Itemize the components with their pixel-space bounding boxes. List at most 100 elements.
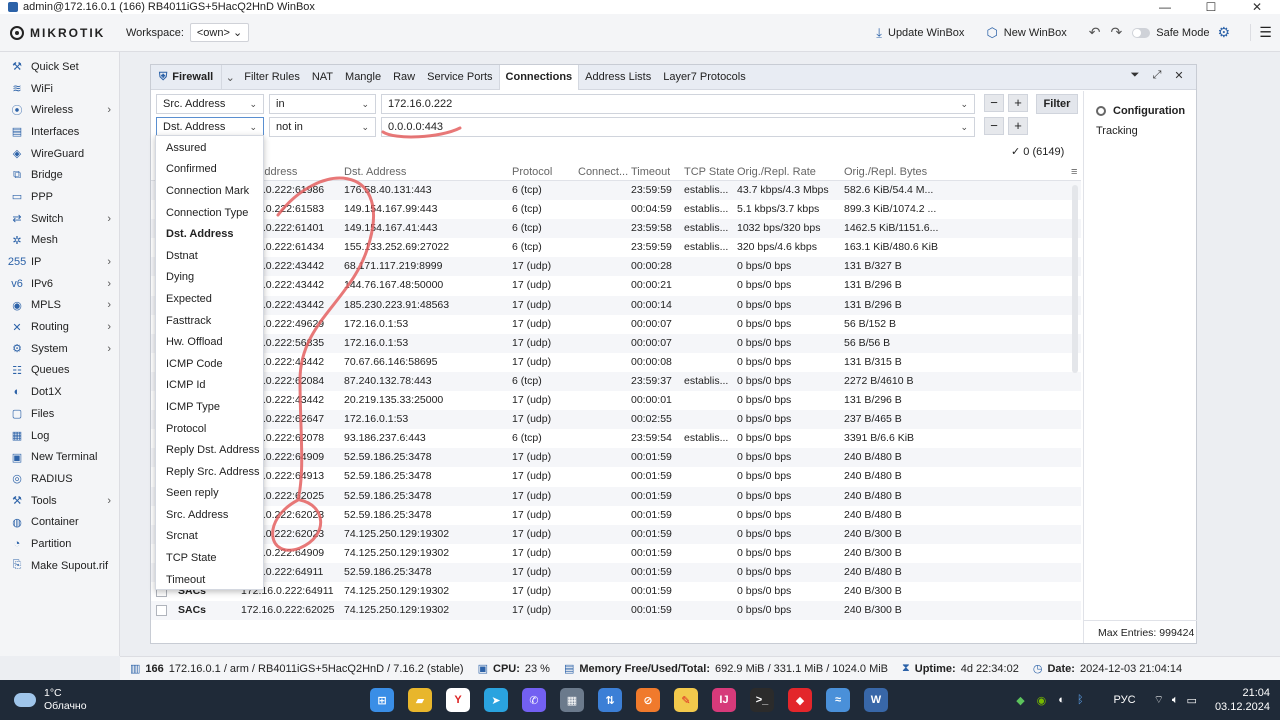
telegram-icon[interactable]: ➤ <box>484 688 508 712</box>
sidebar-item-ip[interactable]: 255 IP › <box>0 251 119 273</box>
dropdown-option[interactable]: Expected <box>156 288 263 310</box>
workspace-select[interactable]: <own> ⌄ <box>189 23 250 42</box>
table-row[interactable]: 6.0.222:56835 172.16.0.1:53 17 (udp) 00:00:… <box>151 333 1081 353</box>
table-row[interactable]: 6.0.222:62025 52.59.186.25:3478 17 (udp) 00… <box>151 486 1081 506</box>
filter-funnel-icon[interactable]: ⏷ <box>1124 69 1146 82</box>
dropdown-option[interactable]: Dstnat <box>156 245 263 267</box>
table-row[interactable]: 6.0.222:62023 74.125.250.129:19302 17 (udp… <box>151 524 1081 544</box>
yandex-browser-icon[interactable]: Y <box>446 688 470 712</box>
tab-layer7-protocols[interactable]: Layer7 Protocols <box>657 65 752 90</box>
tab-address-lists[interactable]: Address Lists <box>579 65 657 90</box>
dropdown-option[interactable]: Confirmed <box>156 159 263 181</box>
column-header[interactable]: Orig./Repl. Bytes <box>844 166 927 178</box>
clock[interactable]: 21:04 03.12.2024 <box>1215 686 1270 714</box>
dropdown-option[interactable]: TCP State <box>156 547 263 569</box>
dropdown-option[interactable]: Timeout <box>156 569 263 591</box>
filter2-field-select[interactable]: Dst. Address ⌄ <box>156 117 264 137</box>
column-header[interactable]: Orig./Repl. Rate <box>737 166 816 178</box>
column-header[interactable]: Dst. Address <box>344 166 406 178</box>
dropdown-option[interactable]: Src. Address <box>156 504 263 526</box>
shark-icon[interactable]: ≈ <box>826 688 850 712</box>
tab-raw[interactable]: Raw <box>387 65 421 90</box>
dropdown-option[interactable]: Protocol <box>156 418 263 440</box>
column-menu-icon[interactable]: ≡ <box>1071 166 1077 178</box>
filter1-op-select[interactable]: in ⌄ <box>269 94 376 114</box>
sidebar-item-queues[interactable]: ☷ Queues <box>0 360 119 382</box>
sidebar-item-ipv6[interactable]: v6 IPv6 › <box>0 273 119 295</box>
filter2-value-input[interactable]: 0.0.0.0:443 ⌄ <box>381 117 975 137</box>
sidebar-item-mesh[interactable]: ✲ Mesh <box>0 230 119 252</box>
tracking-link[interactable]: Tracking <box>1096 125 1196 137</box>
update-winbox-button[interactable]: ⤓ Update WinBox <box>876 25 964 41</box>
table-row[interactable]: 6.0.222:61434 155.133.252.69:27022 6 (tcp)… <box>151 238 1081 257</box>
anydesk-icon[interactable]: ◆ <box>788 688 812 712</box>
column-header[interactable]: Protocol <box>512 166 552 178</box>
table-row[interactable]: 6.0.222:62078 93.186.237.6:443 6 (tcp) 23:5… <box>151 429 1081 448</box>
dropdown-option[interactable]: Srcnat <box>156 526 263 548</box>
nvidia-icon[interactable]: ◉ <box>1037 694 1047 707</box>
tab-service-ports[interactable]: Service Ports <box>421 65 498 90</box>
table-row[interactable]: 6.0.222:43442 68.171.117.219:8999 17 (udp)… <box>151 257 1081 277</box>
dropdown-option[interactable]: ICMP Id <box>156 375 263 397</box>
dropdown-option[interactable]: ICMP Code <box>156 353 263 375</box>
filter-button[interactable]: Filter <box>1036 94 1078 114</box>
undo-icon[interactable]: ↶ <box>1089 24 1101 41</box>
sidebar-item-dot1x[interactable]: ◐ Dot1X <box>0 381 119 403</box>
chevron-down-icon[interactable]: ⌄ <box>222 71 238 84</box>
notes-icon[interactable]: ✎ <box>674 688 698 712</box>
sidebar-item-wireless[interactable]: ⦿ Wireless › <box>0 99 119 121</box>
dropdown-option[interactable]: Hw. Offload <box>156 331 263 353</box>
add-filter-button[interactable]: + <box>1008 117 1028 135</box>
table-row[interactable]: 6.0.222:64909 52.59.186.25:3478 17 (udp) 00… <box>151 448 1081 468</box>
minimize-button[interactable]: — <box>1142 0 1188 14</box>
firewall-root-tab[interactable]: ⛨ Firewall <box>151 64 223 90</box>
sidebar-item-ppp[interactable]: ▭ PPP <box>0 186 119 208</box>
settings-sliders-icon[interactable]: ⚙ <box>1217 24 1230 41</box>
close-window-icon[interactable]: ✕ <box>1168 69 1190 82</box>
sidebar-item-wifi[interactable]: ≋ WiFi <box>0 78 119 100</box>
sidebar-item-interfaces[interactable]: ▤ Interfaces <box>0 121 119 143</box>
viber-icon[interactable]: ✆ <box>522 688 546 712</box>
sidebar-item-radius[interactable]: ◎ RADIUS <box>0 468 119 490</box>
sidebar-item-partition[interactable]: ◔ Partition <box>0 533 119 555</box>
start-icon[interactable]: ⊞ <box>370 688 394 712</box>
safe-mode-toggle[interactable] <box>1132 27 1151 38</box>
sidebar-item-tools[interactable]: ⚒ Tools › <box>0 490 119 512</box>
dropdown-option[interactable]: Assured <box>156 137 263 159</box>
table-row[interactable]: SACs 172.16.0.222:62025 74.125.250.129:193… <box>151 601 1081 621</box>
maximize-button[interactable]: ☐ <box>1188 0 1234 14</box>
table-row[interactable]: 6.0.222:43442 20.219.135.33:25000 17 (udp)… <box>151 391 1081 410</box>
table-row[interactable]: 6.0.222:61401 149.154.167.41:443 6 (tcp) 23… <box>151 219 1081 239</box>
tab-mangle[interactable]: Mangle <box>339 65 387 90</box>
sidebar-item-new-terminal[interactable]: ▣ New Terminal <box>0 446 119 468</box>
winbox-app-icon[interactable]: W <box>864 688 888 712</box>
ide-icon[interactable]: IJ <box>712 688 736 712</box>
close-button[interactable]: ✕ <box>1234 0 1280 14</box>
sidebar-item-make-supout-rif[interactable]: ⎘ Make Supout.rif <box>0 555 119 577</box>
expand-icon[interactable]: ⤢ <box>1146 69 1168 82</box>
table-row[interactable]: 6.0.222:62647 172.16.0.1:53 17 (udp) 00:02:… <box>151 410 1081 430</box>
tab-filter-rules[interactable]: Filter Rules <box>238 65 306 90</box>
table-row[interactable]: 6.0.222:43442 70.67.66.146:58695 17 (udp) 0… <box>151 353 1081 372</box>
column-header[interactable]: Timeout <box>631 166 670 178</box>
dropdown-option[interactable]: Connection Mark <box>156 180 263 202</box>
sidebar-item-container[interactable]: ◍ Container <box>0 511 119 533</box>
wifi-icon[interactable]: ⌔ <box>1154 693 1164 707</box>
table-scrollbar[interactable] <box>1072 185 1078 373</box>
row-checkbox[interactable] <box>156 605 167 617</box>
filter1-field-select[interactable]: Src. Address ⌄ <box>156 94 264 114</box>
sidebar-item-switch[interactable]: ⇄ Switch › <box>0 208 119 230</box>
table-row[interactable]: 6.0.222:43442 185.230.223.91:48563 17 (udp… <box>151 295 1081 315</box>
config-header[interactable]: Configuration <box>1096 105 1196 117</box>
dropdown-option[interactable]: Seen reply <box>156 483 263 505</box>
sidebar-item-routing[interactable]: ✕ Routing › <box>0 316 119 338</box>
table-row[interactable]: SACs 172.16.0.222:64911 74.125.250.129:193… <box>151 582 1081 601</box>
dropdown-option[interactable]: Reply Dst. Address <box>156 439 263 461</box>
dropdown-option[interactable]: Fasttrack <box>156 310 263 332</box>
weather-widget[interactable]: 1°C Облачно <box>0 687 340 713</box>
sidebar-item-system[interactable]: ⚙ System › <box>0 338 119 360</box>
table-row[interactable]: 6.0.222:64911 52.59.186.25:3478 17 (udp) 00… <box>151 562 1081 582</box>
sidebar-item-bridge[interactable]: ⧉ Bridge <box>0 164 119 186</box>
add-filter-button[interactable]: + <box>1008 94 1028 112</box>
volume-icon[interactable]: 🔈︎ <box>1172 694 1179 707</box>
